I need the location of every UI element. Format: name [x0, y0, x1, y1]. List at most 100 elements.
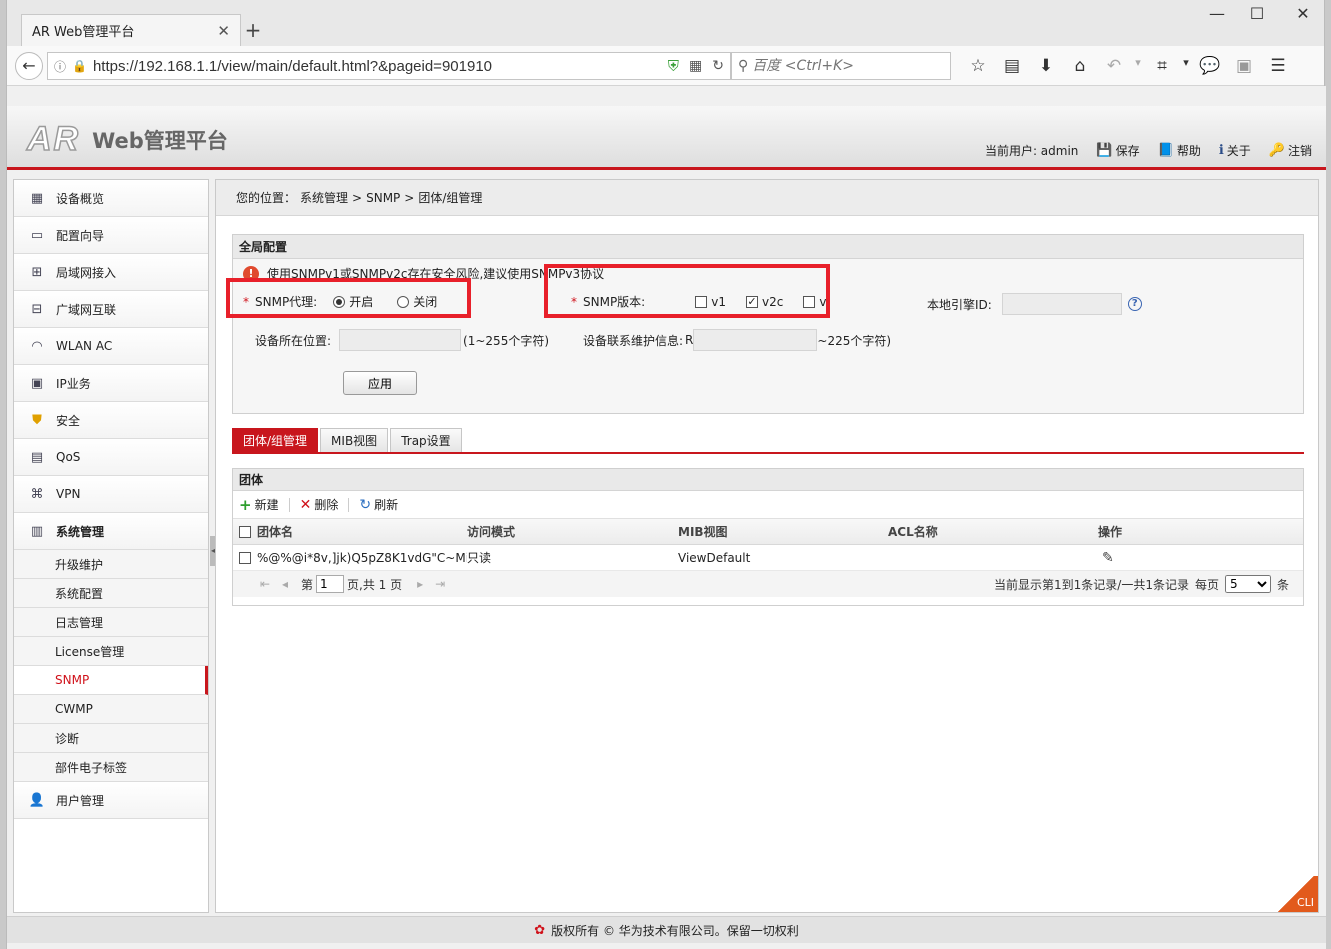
close-tab-icon[interactable]: ✕ — [217, 22, 230, 40]
annotation-box-agent — [226, 278, 471, 318]
dropdown-arrow-icon[interactable]: ▾ — [1179, 56, 1193, 76]
submenu-diagnose[interactable]: 诊断 — [14, 724, 208, 753]
location-input[interactable] — [339, 329, 462, 351]
tab-mib-view[interactable]: MIB视图 — [320, 428, 389, 452]
community-grid: 团体 + 新建 ✕ 删除 ↻ 刷新 团体名 访问模式 MIB视图 ACL名称 操作 — [232, 468, 1304, 606]
undo-icon[interactable]: ↶ — [1097, 56, 1131, 76]
submenu-system-config[interactable]: 系统配置 — [14, 579, 208, 608]
sidebar-item-wan[interactable]: ⊟ 广域网互联 — [14, 291, 208, 328]
submenu-snmp[interactable]: SNMP — [14, 666, 208, 695]
wifi-icon: ◠ — [31, 338, 43, 354]
grid-header: 团体名 访问模式 MIB视图 ACL名称 操作 — [233, 519, 1303, 545]
browser-window: AR Web管理平台 ✕ + — ☐ ✕ ← ⓘ 🔒 https://192.1… — [6, 0, 1326, 949]
cli-button[interactable]: CLI — [1274, 876, 1318, 912]
col-mib-view[interactable]: MIB视图 — [678, 523, 888, 540]
home-icon[interactable]: ⌂ — [1063, 56, 1097, 76]
logo-ar: AR — [26, 119, 81, 159]
tab-community-group[interactable]: 团体/组管理 — [232, 428, 319, 452]
sidebar-item-wizard[interactable]: ▭ 配置向导 — [14, 217, 208, 254]
about-button[interactable]: ℹ 关于 — [1219, 142, 1251, 159]
sidebar-item-qos[interactable]: ▤ QoS — [14, 439, 208, 476]
reload-icon[interactable]: ↻ — [712, 58, 724, 74]
delete-button[interactable]: ✕ 删除 — [300, 496, 339, 513]
dashboard-icon: ▦ — [30, 190, 44, 206]
new-tab-icon[interactable]: + — [241, 18, 265, 42]
footer: ✿ 版权所有 © 华为技术有限公司。保留一切权利 — [7, 916, 1326, 943]
panel-title: 全局配置 — [233, 235, 1303, 259]
url-text[interactable]: https://192.168.1.1/view/main/default.ht… — [93, 58, 664, 75]
sidebar-item-lan[interactable]: ⊞ 局域网接入 — [14, 254, 208, 291]
next-page-icon[interactable]: ▸ — [410, 577, 430, 591]
vpn-icon: ⌘ — [30, 486, 44, 502]
submenu-log[interactable]: 日志管理 — [14, 608, 208, 637]
save-icon: 💾 — [1096, 143, 1113, 158]
chat-icon[interactable]: 💬 — [1193, 56, 1227, 76]
table-row[interactable]: %@%@i*8v,]jk)Q5pZ8K1vdG"C~Mi... 只读 ViewD… — [233, 545, 1303, 571]
help-icon[interactable]: ? — [1127, 297, 1142, 311]
col-community-name[interactable]: 团体名 — [257, 523, 467, 540]
logout-button[interactable]: 🔑 注销 — [1269, 142, 1312, 159]
ip-icon: ▣ — [30, 375, 44, 391]
col-access-mode[interactable]: 访问模式 — [467, 523, 678, 540]
global-config-panel: 全局配置 ! 使用SNMPv1或SNMPv2c存在安全风险,建议使用SNMPv3… — [232, 234, 1304, 414]
submenu-upgrade[interactable]: 升级维护 — [14, 550, 208, 579]
qr-code-icon[interactable]: ▦ — [689, 58, 702, 74]
refresh-button[interactable]: ↻ 刷新 — [359, 496, 398, 513]
submenu-license[interactable]: License管理 — [14, 637, 208, 666]
row-checkbox[interactable] — [239, 551, 251, 564]
engine-id-label: 本地引擎ID: — [927, 297, 992, 312]
sidebar-item-system[interactable]: ▥ 系统管理 — [14, 513, 208, 550]
current-user: 当前用户: admin — [984, 144, 1079, 158]
tab-bar: AR Web管理平台 ✕ + — ☐ ✕ — [7, 0, 1324, 46]
apply-button[interactable]: 应用 — [343, 371, 417, 395]
download-icon[interactable]: ⬇ — [1029, 56, 1063, 76]
sidebar-item-ip[interactable]: ▣ IP业务 — [14, 365, 208, 402]
first-page-icon[interactable]: ⇤ — [255, 577, 275, 591]
prev-page-icon[interactable]: ◂ — [275, 577, 295, 591]
info-icon[interactable]: ⓘ — [54, 58, 66, 75]
new-button[interactable]: + 新建 — [239, 496, 279, 514]
contact-input[interactable] — [693, 329, 818, 351]
menu-icon[interactable]: ☰ — [1261, 56, 1295, 76]
search-input[interactable] — [752, 58, 944, 74]
col-acl-name[interactable]: ACL名称 — [888, 523, 1098, 540]
tab-trap[interactable]: Trap设置 — [390, 428, 462, 452]
select-all-checkbox[interactable] — [239, 525, 251, 538]
pager: ⇤ ◂ 第 页,共 1 页 ▸ ⇥ 当前显示第1到1条记录/一共1条记录 每页 … — [233, 571, 1303, 597]
search-bar[interactable]: ⚲ — [731, 52, 951, 80]
dropdown-arrow-icon[interactable]: ▾ — [1131, 56, 1145, 76]
sidebar-item-overview[interactable]: ▦ 设备概览 — [14, 180, 208, 217]
back-button[interactable]: ← — [15, 52, 43, 80]
help-button[interactable]: 📘 帮助 — [1158, 142, 1201, 159]
sidebar-item-users[interactable]: 👤 用户管理 — [14, 782, 208, 819]
crop-icon[interactable]: ⌗ — [1145, 56, 1179, 76]
last-page-icon[interactable]: ⇥ — [430, 577, 450, 591]
address-bar[interactable]: ⓘ 🔒 https://192.168.1.1/view/main/defaul… — [47, 52, 731, 80]
app-header: AR Web管理平台 当前用户: admin 💾 保存 📘 帮助 ℹ 关于 🔑 注销 — [7, 106, 1326, 170]
reading-list-icon[interactable]: ▤ — [995, 56, 1029, 76]
reader-icon[interactable]: ▣ — [1227, 56, 1261, 76]
minimize-icon[interactable]: — — [1197, 4, 1237, 23]
breadcrumb-item: SNMP — [366, 190, 401, 205]
maximize-icon[interactable]: ☐ — [1237, 4, 1277, 23]
browser-tab[interactable]: AR Web管理平台 ✕ — [21, 14, 241, 46]
cell-mib-view: ViewDefault — [678, 550, 751, 565]
user-icon: 👤 — [28, 792, 46, 808]
shield-icon[interactable]: ⛨ — [668, 57, 679, 75]
contact-hint: ~225个字符) — [817, 333, 892, 348]
per-page-select[interactable]: 5 — [1224, 575, 1271, 593]
engine-id-input[interactable] — [1001, 293, 1122, 315]
search-icon: ⚲ — [738, 58, 749, 74]
submenu-cwmp[interactable]: CWMP — [14, 695, 208, 724]
submenu-elabel[interactable]: 部件电子标签 — [14, 753, 208, 782]
sidebar-item-wlan[interactable]: ◠ WLAN AC — [14, 328, 208, 365]
sidebar-item-vpn[interactable]: ⌘ VPN — [14, 476, 208, 513]
breadcrumb-item: 系统管理 — [300, 191, 349, 205]
save-button[interactable]: 💾 保存 — [1096, 142, 1139, 159]
sidebar-item-security[interactable]: ⛊ 安全 — [14, 402, 208, 439]
bookmark-star-icon[interactable]: ☆ — [961, 56, 995, 76]
close-window-icon[interactable]: ✕ — [1283, 4, 1323, 23]
edit-icon[interactable]: ✎ — [1102, 550, 1114, 566]
page-input[interactable] — [316, 575, 345, 593]
location-label: 设备所在位置: — [255, 333, 332, 348]
